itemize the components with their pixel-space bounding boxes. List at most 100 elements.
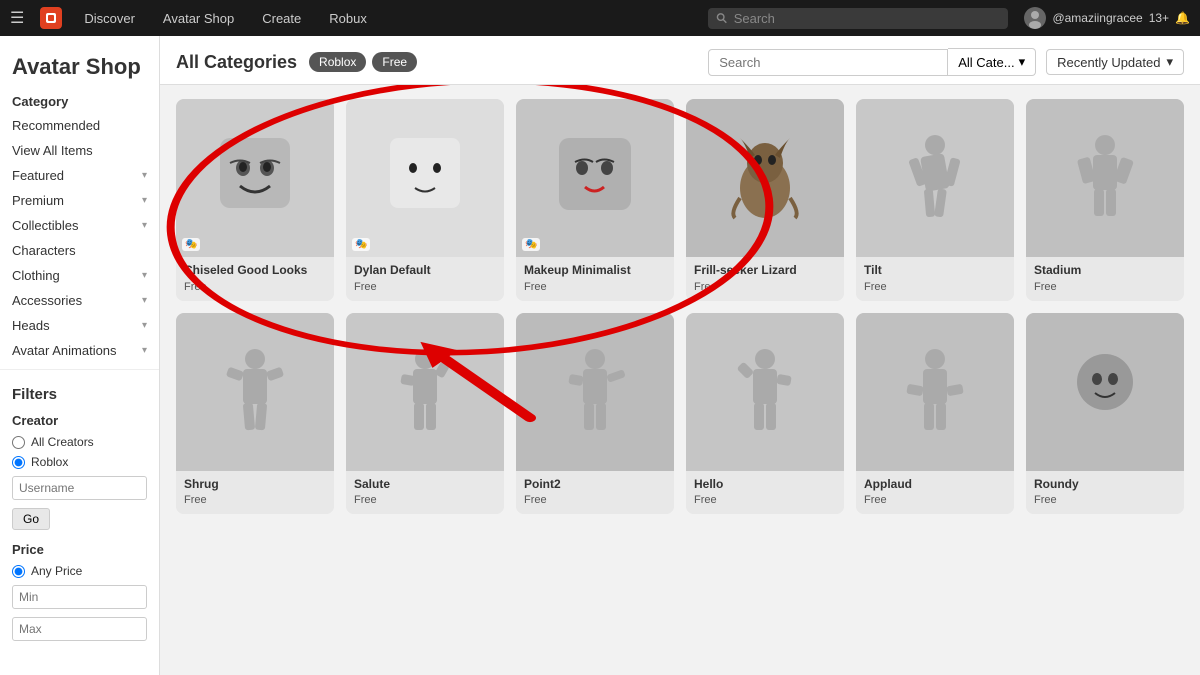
sidebar-item-featured[interactable]: Featured ▾ bbox=[0, 163, 159, 188]
item-thumbnail bbox=[686, 313, 844, 471]
silhouette-tilt-icon bbox=[895, 133, 975, 223]
filter-tag-roblox[interactable]: Roblox bbox=[309, 52, 366, 72]
item-price: Free bbox=[694, 494, 836, 506]
item-card-stadium[interactable]: Stadium Free bbox=[1026, 99, 1184, 301]
item-card-roundy[interactable]: Roundy Free bbox=[1026, 313, 1184, 515]
filters-title: Filters bbox=[0, 376, 159, 407]
sidebar-item-recommended[interactable]: Recommended bbox=[0, 113, 159, 138]
item-card-frill-seeker-lizard[interactable]: Frill-seeker Lizard Free bbox=[686, 99, 844, 301]
lizard-icon bbox=[720, 133, 810, 223]
chevron-down-icon: ▾ bbox=[142, 295, 147, 306]
user-avatar[interactable]: @amaziingracee 13+ 🔔 bbox=[1024, 7, 1190, 29]
item-card-tilt[interactable]: Tilt Free bbox=[856, 99, 1014, 301]
chevron-down-icon: ▾ bbox=[142, 345, 147, 356]
sidebar-item-heads[interactable]: Heads ▾ bbox=[0, 313, 159, 338]
any-price-radio-input[interactable] bbox=[12, 565, 25, 578]
all-creators-radio[interactable]: All Creators bbox=[0, 432, 159, 452]
item-name: Stadium bbox=[1034, 263, 1176, 279]
chevron-down-icon: ▾ bbox=[142, 170, 147, 181]
item-card-makeup-minimalist[interactable]: 🎭 Makeup Minimalist Free bbox=[516, 99, 674, 301]
roblox-radio[interactable]: Roblox bbox=[0, 452, 159, 472]
item-price: Free bbox=[694, 281, 836, 293]
content-search-input[interactable] bbox=[708, 49, 948, 76]
sidebar-item-premium[interactable]: Premium ▾ bbox=[0, 188, 159, 213]
nav-discover[interactable]: Discover bbox=[78, 7, 141, 30]
item-info: Makeup Minimalist Free bbox=[516, 257, 674, 301]
topbar: ☰ Discover Avatar Shop Create Robux @ama… bbox=[0, 0, 1200, 36]
item-price: Free bbox=[184, 494, 326, 506]
username-input[interactable] bbox=[12, 476, 147, 500]
content-title: All Categories bbox=[176, 52, 297, 73]
page-title: Avatar Shop bbox=[0, 46, 159, 86]
notification-icon[interactable]: 🔔 bbox=[1175, 11, 1190, 25]
item-name: Salute bbox=[354, 477, 496, 493]
item-name: Frill-seeker Lizard bbox=[694, 263, 836, 279]
any-price-radio[interactable]: Any Price bbox=[0, 561, 159, 581]
nav-create[interactable]: Create bbox=[256, 7, 307, 30]
item-name: Applaud bbox=[864, 477, 1006, 493]
item-card-point2[interactable]: Point2 Free bbox=[516, 313, 674, 515]
menu-icon[interactable]: ☰ bbox=[10, 8, 24, 28]
chevron-down-icon: ▾ bbox=[1166, 54, 1173, 70]
sidebar-divider bbox=[0, 369, 159, 370]
item-price: Free bbox=[524, 281, 666, 293]
max-price-input[interactable] bbox=[12, 617, 147, 641]
sidebar-item-accessories[interactable]: Accessories ▾ bbox=[0, 288, 159, 313]
sidebar-item-characters[interactable]: Characters bbox=[0, 238, 159, 263]
item-name: Dylan Default bbox=[354, 263, 496, 279]
silhouette-stadium-icon bbox=[1065, 133, 1145, 223]
face-icon bbox=[205, 128, 305, 228]
face-simple-icon bbox=[380, 133, 470, 223]
item-card-hello[interactable]: Hello Free bbox=[686, 313, 844, 515]
content-header-left: All Categories Roblox Free bbox=[176, 52, 417, 73]
item-price: Free bbox=[1034, 494, 1176, 506]
nav-robux[interactable]: Robux bbox=[323, 7, 373, 30]
item-name: Roundy bbox=[1034, 477, 1176, 493]
sort-dropdown[interactable]: Recently Updated ▾ bbox=[1046, 49, 1184, 75]
item-info: Applaud Free bbox=[856, 471, 1014, 515]
min-price-input[interactable] bbox=[12, 585, 147, 609]
sidebar-item-collectibles[interactable]: Collectibles ▾ bbox=[0, 213, 159, 238]
roblox-logo[interactable] bbox=[40, 7, 62, 29]
item-card-shrug[interactable]: Shrug Free bbox=[176, 313, 334, 515]
all-categories-button[interactable]: All Cate... ▾ bbox=[948, 48, 1036, 76]
item-thumbnail bbox=[686, 99, 844, 257]
chevron-down-icon: ▾ bbox=[1019, 54, 1026, 70]
item-grid: 🎭 Chiseled Good Looks Free bbox=[160, 85, 1200, 528]
item-price: Free bbox=[184, 281, 326, 293]
topbar-search-input[interactable] bbox=[734, 11, 1001, 26]
sidebar-item-view-all[interactable]: View All Items bbox=[0, 138, 159, 163]
sidebar-item-avatar-animations[interactable]: Avatar Animations ▾ bbox=[0, 338, 159, 363]
roblox-radio-input[interactable] bbox=[12, 456, 25, 469]
item-card-applaud[interactable]: Applaud Free bbox=[856, 313, 1014, 515]
grid-wrapper: 🎭 Chiseled Good Looks Free bbox=[160, 85, 1200, 528]
content-header-top: All Categories Roblox Free All Cate... ▾ bbox=[176, 48, 1184, 76]
chevron-down-icon: ▾ bbox=[142, 195, 147, 206]
item-info: Tilt Free bbox=[856, 257, 1014, 301]
all-creators-radio-input[interactable] bbox=[12, 436, 25, 449]
item-thumbnail bbox=[856, 99, 1014, 257]
item-thumbnail bbox=[856, 313, 1014, 471]
item-card-salute[interactable]: Salute Free bbox=[346, 313, 504, 515]
face-makeup-icon bbox=[547, 130, 642, 225]
go-button[interactable]: Go bbox=[12, 508, 50, 530]
creator-subtitle: Creator bbox=[0, 407, 159, 432]
item-thumbnail bbox=[176, 313, 334, 471]
chevron-down-icon: ▾ bbox=[142, 320, 147, 331]
item-card-dylan-default[interactable]: 🎭 Dylan Default Free bbox=[346, 99, 504, 301]
filter-tags: Roblox Free bbox=[309, 52, 417, 72]
item-price: Free bbox=[354, 281, 496, 293]
nav-avatar-shop[interactable]: Avatar Shop bbox=[157, 7, 240, 30]
content-area: All Categories Roblox Free All Cate... ▾ bbox=[160, 36, 1200, 675]
avatar-image bbox=[1024, 7, 1046, 29]
item-name: Tilt bbox=[864, 263, 1006, 279]
item-price: Free bbox=[524, 494, 666, 506]
item-card-chiseled-good-looks[interactable]: 🎭 Chiseled Good Looks Free bbox=[176, 99, 334, 301]
username-label: @amaziingracee bbox=[1052, 11, 1142, 25]
chevron-down-icon: ▾ bbox=[142, 270, 147, 281]
item-name: Chiseled Good Looks bbox=[184, 263, 326, 279]
silhouette-applaud-icon bbox=[895, 347, 975, 437]
filter-tag-free[interactable]: Free bbox=[372, 52, 417, 72]
sidebar-item-clothing[interactable]: Clothing ▾ bbox=[0, 263, 159, 288]
item-name: Point2 bbox=[524, 477, 666, 493]
